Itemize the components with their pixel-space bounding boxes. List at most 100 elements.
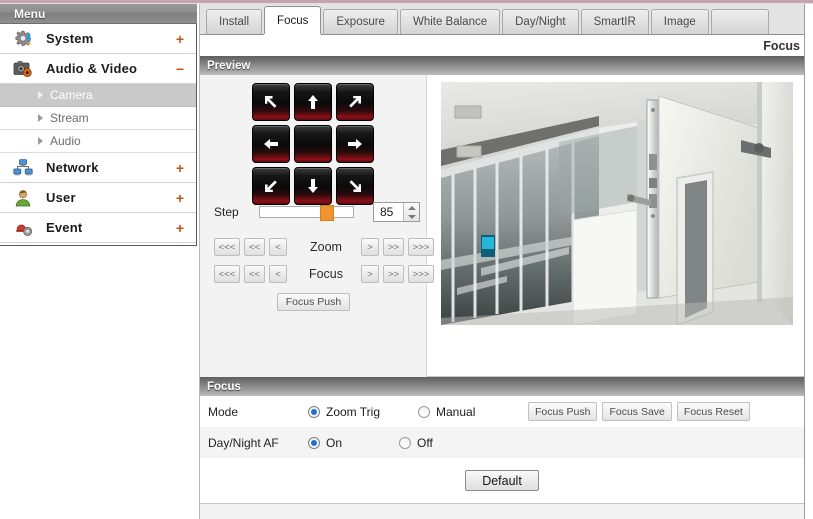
sidebar-subitem-label: Audio bbox=[50, 134, 81, 148]
chevron-up-icon[interactable] bbox=[407, 205, 416, 210]
preview-video[interactable] bbox=[441, 82, 793, 325]
sidebar-subitem-audio[interactable]: Audio bbox=[0, 130, 196, 153]
arrow-right-icon[interactable] bbox=[336, 125, 374, 163]
zoom-in-fast-button[interactable]: >>> bbox=[408, 238, 434, 256]
day-night-af-option-label: Off bbox=[417, 435, 433, 450]
focus-far-fast-button[interactable]: >>> bbox=[408, 265, 434, 283]
sidebar: Menu System + Audio & Video − Camera Str… bbox=[0, 4, 197, 246]
focus-save-button[interactable]: Focus Save bbox=[602, 402, 672, 421]
sidebar-subitem-camera[interactable]: Camera bbox=[0, 84, 196, 107]
mode-option-zoom-trig[interactable]: Zoom Trig bbox=[308, 405, 418, 419]
focus-push-button[interactable]: Focus Push bbox=[276, 293, 351, 311]
default-button-wrapper: Default bbox=[200, 458, 804, 504]
focus-label: Focus bbox=[308, 267, 344, 281]
sidebar-item-label: Network bbox=[46, 160, 99, 175]
gear-icon bbox=[10, 28, 36, 50]
user-icon bbox=[10, 187, 36, 209]
main-panel: Install Focus Exposure White Balance Day… bbox=[199, 4, 805, 519]
ptz-dpad bbox=[252, 83, 374, 205]
preview-body: Step 85 <<< << < Zoom > >> >>> <<< << < … bbox=[200, 75, 804, 377]
sidebar-subitem-stream[interactable]: Stream bbox=[0, 107, 196, 130]
focus-near-medium-button[interactable]: << bbox=[244, 265, 265, 283]
radio-off[interactable] bbox=[399, 436, 411, 449]
chevron-down-icon[interactable] bbox=[407, 214, 416, 219]
expander-icon[interactable]: + bbox=[176, 161, 184, 175]
focus-near-fast-button[interactable]: <<< bbox=[214, 265, 240, 283]
radio-manual[interactable] bbox=[418, 405, 430, 418]
sidebar-subitem-label: Camera bbox=[50, 88, 93, 102]
step-label: Step bbox=[214, 205, 239, 219]
focus-section-header: Focus bbox=[200, 377, 804, 396]
panel-tail bbox=[200, 504, 804, 519]
tab-white-balance[interactable]: White Balance bbox=[399, 9, 501, 34]
day-night-af-option-off[interactable]: Off bbox=[399, 436, 433, 450]
sidebar-item-user[interactable]: User + bbox=[0, 183, 196, 213]
chevron-right-icon bbox=[38, 137, 43, 145]
day-night-af-option-on[interactable]: On bbox=[308, 436, 399, 450]
tab-install[interactable]: Install bbox=[206, 9, 263, 34]
step-spinner[interactable]: 85 bbox=[373, 202, 420, 222]
breadcrumb: Focus bbox=[763, 38, 800, 53]
tab-exposure[interactable]: Exposure bbox=[323, 9, 398, 34]
event-icon bbox=[10, 217, 36, 239]
zoom-out-fast-button[interactable]: <<< bbox=[214, 238, 240, 256]
zoom-label: Zoom bbox=[310, 240, 342, 254]
expander-icon[interactable]: − bbox=[176, 62, 184, 76]
zoom-in-slow-button[interactable]: > bbox=[361, 238, 379, 256]
expander-icon[interactable]: + bbox=[176, 32, 184, 46]
tab-focus[interactable]: Focus bbox=[264, 6, 322, 34]
mode-row: Mode Zoom Trig Manual Focus Push Focus S… bbox=[200, 396, 804, 427]
menu-header: Menu bbox=[0, 4, 197, 24]
focus-far-slow-button[interactable]: > bbox=[361, 265, 379, 283]
expander-icon[interactable]: + bbox=[176, 191, 184, 205]
network-icon bbox=[10, 157, 36, 179]
expander-icon[interactable]: + bbox=[176, 221, 184, 235]
focus-near-slow-button[interactable]: < bbox=[269, 265, 287, 283]
step-slider-thumb[interactable] bbox=[320, 205, 334, 221]
mode-option-label: Zoom Trig bbox=[326, 404, 381, 419]
step-value[interactable]: 85 bbox=[374, 205, 403, 219]
focus-reset-button[interactable]: Focus Reset bbox=[676, 402, 750, 421]
sidebar-item-label: Audio & Video bbox=[46, 61, 138, 76]
tab-filler bbox=[710, 9, 769, 34]
sidebar-item-label: Event bbox=[46, 220, 83, 235]
zoom-out-slow-button[interactable]: < bbox=[269, 238, 287, 256]
sidebar-item-network[interactable]: Network + bbox=[0, 153, 196, 183]
sidebar-item-system[interactable]: System + bbox=[0, 24, 196, 54]
sidebar-item-label: System bbox=[46, 31, 94, 46]
radio-zoom-trig[interactable] bbox=[308, 405, 320, 418]
focus-far-medium-button[interactable]: >> bbox=[383, 265, 404, 283]
mode-option-manual[interactable]: Manual bbox=[418, 405, 528, 419]
sidebar-item-audio-video[interactable]: Audio & Video − bbox=[0, 54, 196, 84]
arrow-up-right-icon[interactable] bbox=[336, 83, 374, 121]
zoom-out-medium-button[interactable]: << bbox=[244, 238, 265, 256]
focus-push-wrapper: Focus Push bbox=[200, 293, 427, 311]
radio-on[interactable] bbox=[308, 436, 320, 449]
step-slider[interactable] bbox=[259, 205, 354, 221]
day-night-af-label: Day/Night AF bbox=[208, 435, 279, 450]
arrow-up-left-icon[interactable] bbox=[252, 83, 290, 121]
tab-image[interactable]: Image bbox=[650, 9, 709, 34]
home-blank-icon[interactable] bbox=[294, 125, 332, 163]
sidebar-item-label: User bbox=[46, 190, 76, 205]
arrow-down-right-icon[interactable] bbox=[336, 167, 374, 205]
zoom-in-medium-button[interactable]: >> bbox=[383, 238, 404, 256]
arrow-left-icon[interactable] bbox=[252, 125, 290, 163]
day-night-af-option-label: On bbox=[326, 435, 343, 450]
arrow-down-left-icon[interactable] bbox=[252, 167, 290, 205]
arrow-up-icon[interactable] bbox=[294, 83, 332, 121]
breadcrumb-bar: Focus bbox=[200, 35, 804, 56]
day-night-af-row: Day/Night AF On Off bbox=[200, 427, 804, 458]
camera-icon bbox=[10, 58, 36, 80]
arrow-down-icon[interactable] bbox=[294, 167, 332, 205]
sidebar-item-event[interactable]: Event + bbox=[0, 213, 196, 243]
focus-push-button-settings[interactable]: Focus Push bbox=[528, 402, 598, 421]
mode-label: Mode bbox=[208, 404, 239, 419]
focus-section-body: Mode Zoom Trig Manual Focus Push Focus S… bbox=[200, 396, 804, 519]
default-button[interactable]: Default bbox=[465, 470, 539, 491]
tab-day-night[interactable]: Day/Night bbox=[502, 9, 579, 34]
page-root: Menu System + Audio & Video − Camera Str… bbox=[0, 0, 813, 519]
spinner-arrows[interactable] bbox=[403, 203, 419, 221]
zoom-control-row: <<< << < Zoom > >> >>> bbox=[214, 238, 438, 256]
tab-smartir[interactable]: SmartIR bbox=[580, 9, 649, 34]
